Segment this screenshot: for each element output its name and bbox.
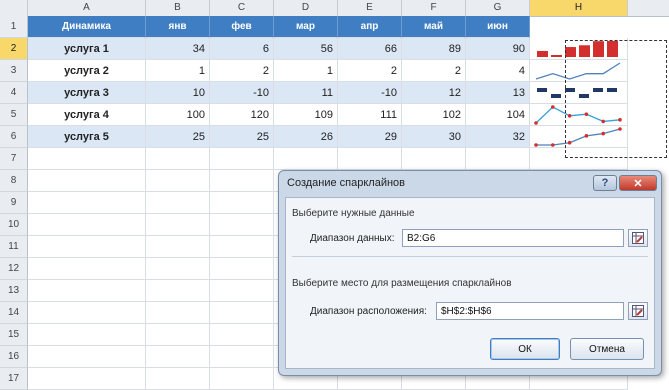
sparkline-column bbox=[593, 41, 604, 57]
sparkline-winloss-bar bbox=[593, 88, 603, 92]
sparkline-marker bbox=[551, 105, 555, 109]
sparkline-marker bbox=[534, 143, 538, 147]
sparkline-winloss-bar bbox=[537, 88, 547, 92]
sparkline-winloss-bar bbox=[551, 94, 561, 98]
dialog-body: Выберите нужные данные Диапазон данных: … bbox=[285, 197, 655, 369]
cancel-button[interactable]: Отмена bbox=[570, 338, 644, 360]
location-range-picker-button[interactable] bbox=[628, 302, 648, 320]
sparkline-column bbox=[607, 41, 618, 57]
sparkline-winloss-bar bbox=[579, 94, 589, 98]
close-icon: ✕ bbox=[633, 177, 643, 190]
sparkline-winloss-bar bbox=[565, 88, 575, 92]
sparkline-marker bbox=[567, 114, 572, 118]
create-sparklines-dialog: Создание спарклайнов ? ✕ Выберите нужные… bbox=[278, 170, 662, 376]
location-range-label: Диапазон расположения: bbox=[310, 306, 427, 317]
help-button[interactable]: ? bbox=[593, 175, 617, 191]
sparkline-column bbox=[565, 47, 576, 57]
sparkline-marker bbox=[567, 140, 572, 145]
section-data-heading: Выберите нужные данные bbox=[292, 208, 415, 219]
close-button[interactable]: ✕ bbox=[619, 175, 657, 191]
data-range-picker-button[interactable] bbox=[628, 229, 648, 247]
dialog-title: Создание спарклайнов bbox=[287, 177, 406, 189]
sparkline-marker bbox=[551, 143, 555, 147]
sparkline-column bbox=[579, 45, 590, 57]
data-range-label: Диапазон данных: bbox=[310, 233, 395, 244]
section-location-heading: Выберите место для размещения спарклайно… bbox=[292, 278, 512, 289]
separator bbox=[292, 256, 648, 257]
sparkline-marker bbox=[584, 112, 589, 116]
sparkline-marker bbox=[618, 127, 622, 131]
range-picker-icon bbox=[632, 305, 644, 317]
range-picker-icon bbox=[632, 232, 644, 244]
sparkline-marker bbox=[601, 131, 605, 136]
sparkline-marker bbox=[601, 119, 605, 124]
sparkline-marker bbox=[584, 134, 589, 138]
question-icon: ? bbox=[601, 177, 609, 189]
data-range-input[interactable] bbox=[402, 229, 624, 247]
sparkline-line bbox=[536, 128, 621, 146]
sparkline-column bbox=[551, 55, 562, 57]
sparkline-marker bbox=[534, 121, 538, 125]
sparkline-line bbox=[535, 62, 621, 80]
sparkline-column bbox=[537, 50, 548, 57]
ok-button[interactable]: ОК bbox=[490, 338, 560, 360]
sparkline-marker bbox=[618, 118, 622, 122]
sparkline-winloss-bar bbox=[607, 88, 617, 92]
location-range-input[interactable] bbox=[436, 302, 624, 320]
sparkline-line bbox=[535, 106, 621, 124]
